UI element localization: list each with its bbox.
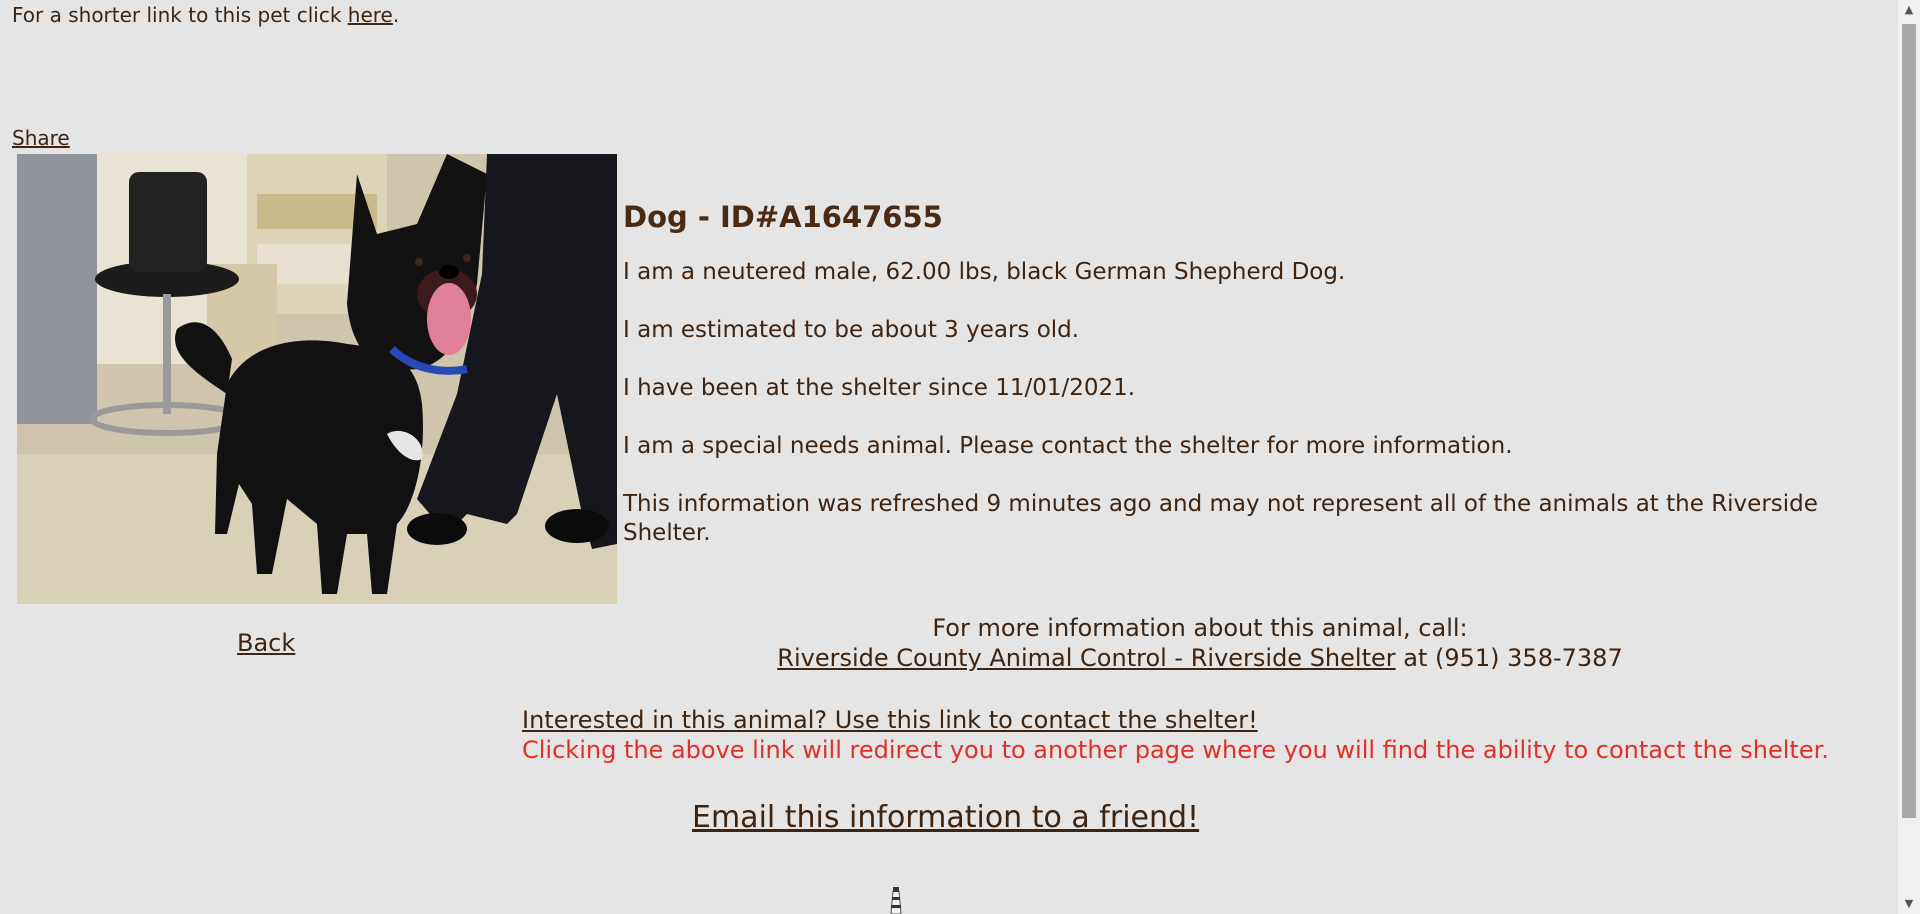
lighthouse-icon	[887, 887, 905, 914]
refresh-notice: This information was refreshed 9 minutes…	[623, 491, 1818, 546]
scroll-thumb[interactable]	[1902, 24, 1916, 818]
contact-shelter-link[interactable]: Interested in this animal? Use this link…	[522, 706, 1258, 734]
short-link-line: For a shorter link to this pet click her…	[12, 2, 399, 28]
pet-photo	[17, 154, 617, 604]
animal-heading: Dog - ID#A1647655	[623, 200, 943, 234]
pet-detail-page: For a shorter link to this pet click her…	[0, 0, 1920, 914]
interest-section: Interested in this animal? Use this link…	[522, 705, 1829, 765]
short-link-prefix: For a shorter link to this pet click	[12, 3, 348, 27]
animal-info: Dog - ID#A1647655 I am a neutered male, …	[623, 198, 1893, 577]
shelter-phone: at (951) 358-7387	[1395, 644, 1623, 672]
back-link[interactable]: Back	[237, 628, 295, 658]
short-link-suffix: .	[392, 3, 400, 27]
animal-age: I am estimated to be about 3 years old.	[623, 317, 1080, 343]
pet-photo-image	[17, 154, 617, 604]
animal-intake-date: I have been at the shelter since 11/01/2…	[623, 375, 1136, 401]
contact-info: For more information about this animal, …	[700, 613, 1700, 673]
vertical-scrollbar[interactable]: ▲ ▼	[1897, 0, 1920, 914]
redirect-warning: Clicking the above link will redirect yo…	[522, 736, 1829, 764]
animal-description: I am a neutered male, 62.00 lbs, black G…	[623, 259, 1346, 285]
scroll-up-arrow-icon[interactable]: ▲	[1898, 0, 1920, 20]
short-link-here[interactable]: here	[348, 3, 393, 27]
shelter-line: Riverside County Animal Control - Rivers…	[700, 643, 1700, 673]
shelter-link[interactable]: Riverside County Animal Control - Rivers…	[777, 644, 1395, 672]
share-link[interactable]: Share	[12, 125, 70, 151]
scroll-down-arrow-icon[interactable]: ▼	[1898, 894, 1920, 914]
email-friend-link[interactable]: Email this information to a friend!	[692, 799, 1199, 837]
animal-special-needs: I am a special needs animal. Please cont…	[623, 433, 1513, 459]
call-text: For more information about this animal, …	[932, 614, 1468, 642]
